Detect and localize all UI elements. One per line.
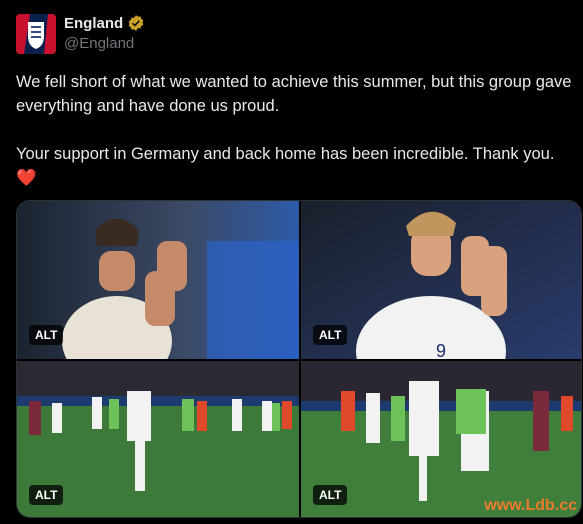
media-grid: ALT 9 ALT ALT ALT www.Ldb.cc [16,200,582,518]
tweet-paragraph-1: We fell short of what we wanted to achie… [16,73,577,115]
tweet-text: We fell short of what we wanted to achie… [16,70,576,190]
tweet-paragraph-2: Your support in Germany and back home ha… [16,145,555,163]
display-name[interactable]: England [64,15,123,32]
verified-badge-icon [128,15,144,31]
watermark: www.Ldb.cc [484,497,577,514]
england-crest-icon [16,14,56,54]
svg-text:9: 9 [436,341,446,359]
avatar[interactable] [16,14,56,54]
alt-badge[interactable]: ALT [313,325,348,345]
photo-3[interactable]: ALT [17,361,299,517]
photo-2[interactable]: 9 ALT [301,201,581,359]
alt-badge[interactable]: ALT [29,325,64,345]
photo-1[interactable]: ALT [17,201,299,359]
alt-badge[interactable]: ALT [313,485,348,505]
heart-emoji-icon: ❤️ [16,169,37,187]
alt-badge[interactable]: ALT [29,485,64,505]
handle[interactable]: @England [64,35,134,52]
photo-4[interactable]: ALT www.Ldb.cc [301,361,581,517]
author-name-row: England [64,14,145,32]
